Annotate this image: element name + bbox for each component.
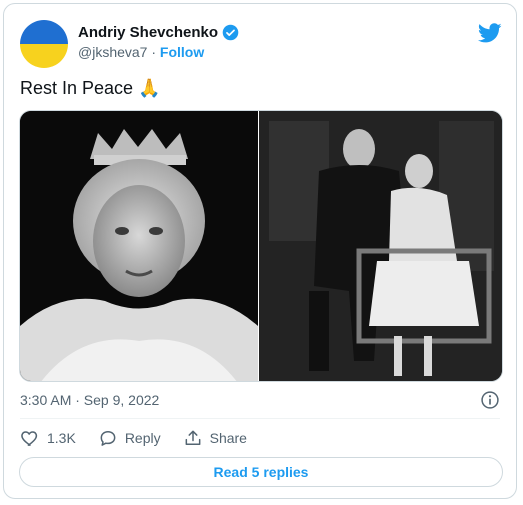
tweet-card: Andriy Shevchenko @jksheva7 · Follow Res…	[3, 3, 517, 499]
reply-button[interactable]: Reply	[98, 428, 161, 448]
user-handle[interactable]: @jksheva7	[78, 44, 147, 60]
couple-illustration	[259, 111, 502, 381]
tweet-text: Rest In Peace 🙏	[20, 78, 161, 98]
flag-yellow-stripe	[20, 44, 68, 68]
info-icon[interactable]	[480, 390, 500, 410]
photo-queen-portrait[interactable]	[20, 111, 258, 381]
share-button[interactable]: Share	[183, 428, 247, 448]
like-count: 1.3K	[47, 430, 76, 446]
heart-icon	[21, 431, 38, 446]
divider	[20, 418, 500, 419]
verified-badge-icon	[222, 24, 239, 41]
user-name[interactable]: Andriy Shevchenko	[78, 24, 218, 41]
share-icon	[185, 430, 201, 445]
handle-separator: ·	[151, 44, 157, 60]
share-label: Share	[209, 430, 247, 446]
follow-link[interactable]: Follow	[160, 44, 204, 60]
tweet-media[interactable]	[19, 110, 503, 382]
portrait-illustration	[20, 111, 258, 381]
like-button[interactable]: 1.3K	[20, 428, 76, 448]
name-row: Andriy Shevchenko	[78, 24, 239, 41]
read-replies-button[interactable]: Read 5 replies	[19, 457, 503, 487]
reply-icon	[100, 431, 116, 446]
photo-couple[interactable]	[259, 111, 502, 381]
tweet-timestamp[interactable]: 3:30 AM · Sep 9, 2022	[20, 392, 159, 408]
flag-blue-stripe	[20, 20, 68, 44]
action-bar: 1.3K Reply Share	[20, 428, 269, 448]
handle-row: @jksheva7 · Follow	[78, 44, 204, 60]
twitter-bird-icon[interactable]	[478, 21, 502, 45]
avatar[interactable]	[20, 20, 68, 68]
reply-label: Reply	[124, 430, 161, 446]
